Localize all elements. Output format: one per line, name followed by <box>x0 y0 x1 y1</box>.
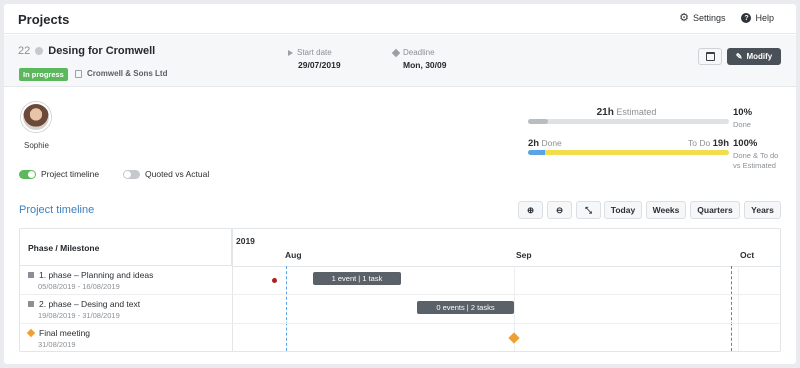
company[interactable]: Cromwell & Sons Ltd <box>75 69 167 78</box>
combined-label-1: Done & To do <box>733 151 779 160</box>
zoom-out-button[interactable]: ⊖ <box>547 201 572 219</box>
settings-label: Settings <box>692 13 726 23</box>
estimated-progress-fill <box>528 119 548 124</box>
gear-icon: ⚙ <box>679 12 689 24</box>
row-name: 2. phase – Desing and text <box>39 299 141 309</box>
quarters-button[interactable]: Quarters <box>690 201 740 219</box>
zoom-out-icon: ⊖ <box>555 204 564 215</box>
estimated-progress-bar <box>528 119 729 124</box>
company-name: Cromwell & Sons Ltd <box>87 69 168 78</box>
calendar-icon <box>705 52 715 61</box>
gantt-chart: Phase / Milestone 2019 Aug Sep Oct 1. ph… <box>19 228 781 352</box>
top-actions: ⚙ Settings ? Help <box>679 12 774 24</box>
row-dates: 31/08/2019 <box>38 340 76 349</box>
modify-button[interactable]: ✎ Modify <box>727 48 781 65</box>
month-sep: Sep <box>516 250 532 260</box>
estimated-done-pct: 10% <box>733 107 753 118</box>
estimated-value: 21h <box>596 107 614 118</box>
app-window: Projects ⚙ Settings ? Help 22 Desing for… <box>4 4 796 364</box>
play-icon <box>288 49 293 56</box>
done-value: 2h <box>528 138 540 149</box>
phase-milestone-header: Phase / Milestone <box>28 243 100 253</box>
phase-icon <box>28 301 34 307</box>
row-label: Final meeting <box>26 328 91 338</box>
project-name: Desing for Cromwell <box>48 45 156 57</box>
table-row[interactable]: 1. phase – Planning and ideas 05/08/2019… <box>20 266 780 295</box>
project-timeline-toggle[interactable]: Project timeline <box>19 169 99 179</box>
deadline: Deadline Mon, 30/09 <box>391 48 447 70</box>
years-button[interactable]: Years <box>744 201 781 219</box>
top-bar: Projects ⚙ Settings ? Help <box>4 4 796 34</box>
pencil-icon: ✎ <box>735 52 743 61</box>
estimated-summary: 21h Estimated <box>524 107 729 118</box>
row-name: Final meeting <box>39 328 91 338</box>
gantt-column-header: Phase / Milestone <box>20 229 232 266</box>
start-date-label: Start date <box>297 48 332 57</box>
fit-button[interactable]: ⤡ <box>576 201 601 219</box>
milestone-marker[interactable] <box>508 332 520 344</box>
status-badge: In progress <box>19 68 68 81</box>
timeline-year: 2019 <box>236 236 255 246</box>
estimated-done-label: Done <box>733 120 751 129</box>
project-timeline-toggle-label: Project timeline <box>41 169 100 179</box>
start-date-value: 29/07/2019 <box>298 60 341 70</box>
avatar-name: Sophie <box>24 141 49 150</box>
milestone-icon <box>26 328 36 338</box>
diamond-icon <box>391 48 401 57</box>
project-title-line: 22 Desing for Cromwell <box>18 45 155 57</box>
done-progress-fill <box>528 150 545 155</box>
combined-label-2: vs Estimated <box>733 161 776 170</box>
deadline-label: Deadline <box>403 48 435 57</box>
estimated-label: Estimated <box>616 107 657 117</box>
expand-icon: ⤡ <box>585 204 592 215</box>
help-icon: ? <box>741 13 752 23</box>
project-status-dot <box>35 47 44 55</box>
project-header: 22 Desing for Cromwell In progress Cromw… <box>4 35 796 87</box>
help-link[interactable]: ? Help <box>741 13 774 23</box>
zoom-in-icon: ⊕ <box>526 204 535 215</box>
phase-icon <box>28 272 34 278</box>
phase-bar[interactable]: 1 event | 1 task <box>313 272 401 285</box>
done-todo-progress-bar <box>528 150 729 155</box>
table-row[interactable]: 2. phase – Desing and text 19/08/2019 - … <box>20 295 780 324</box>
quoted-vs-actual-toggle[interactable]: Quoted vs Actual <box>123 169 209 179</box>
zoom-in-button[interactable]: ⊕ <box>518 201 543 219</box>
done-label: Done <box>541 138 562 148</box>
table-row[interactable]: Final meeting 31/08/2019 <box>20 324 780 351</box>
building-icon <box>75 69 82 78</box>
month-oct: Oct <box>740 250 755 260</box>
start-date: Start date 29/07/2019 <box>288 48 341 70</box>
help-label: Help <box>755 13 774 23</box>
toggle-switch-on[interactable] <box>19 169 36 179</box>
phase-bar[interactable]: 0 events | 2 tasks <box>417 301 514 314</box>
done-todo-summary: 2h Done To Do 19h <box>528 138 729 149</box>
project-number: 22 <box>18 45 31 57</box>
row-name: 1. phase – Planning and ideas <box>39 270 154 280</box>
timeline-title: Project timeline <box>19 204 95 216</box>
modify-label: Modify <box>746 52 773 61</box>
settings-link[interactable]: ⚙ Settings <box>679 12 726 24</box>
avatar[interactable] <box>21 102 51 132</box>
app-title: Projects <box>18 12 70 27</box>
row-label: 1. phase – Planning and ideas <box>28 270 153 280</box>
today-button[interactable]: Today <box>604 201 642 219</box>
event-dot[interactable] <box>272 278 277 283</box>
toggle-switch-off[interactable] <box>123 169 140 179</box>
row-dates: 19/08/2019 - 31/08/2019 <box>38 311 120 320</box>
combined-pct: 100% <box>733 138 758 149</box>
todo-label: To Do <box>688 138 711 148</box>
quoted-vs-actual-toggle-label: Quoted vs Actual <box>145 169 210 179</box>
row-dates: 05/08/2019 - 16/08/2019 <box>38 282 120 291</box>
weeks-button[interactable]: Weeks <box>646 201 686 219</box>
deadline-value: Mon, 30/09 <box>403 60 447 70</box>
todo-value: 19h <box>712 138 729 149</box>
calendar-button[interactable] <box>698 48 722 65</box>
row-label: 2. phase – Desing and text <box>28 299 140 309</box>
month-aug: Aug <box>285 250 302 260</box>
